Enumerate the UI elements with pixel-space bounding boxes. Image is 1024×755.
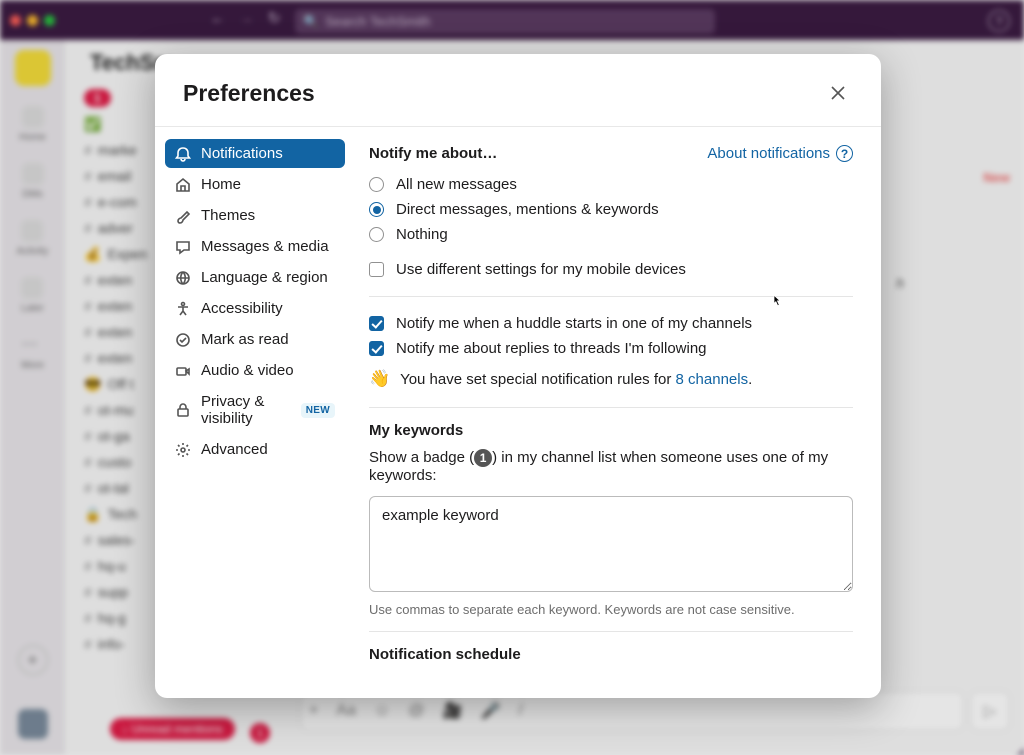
notify-radio-1[interactable]: Direct messages, mentions & keywords (369, 197, 853, 222)
sidebar-item-label: Privacy & visibility (201, 393, 287, 427)
access-icon (175, 301, 191, 317)
preferences-content: Notify me about… About notifications ? A… (355, 127, 881, 698)
sidebar-item-privacy[interactable]: Privacy & visibility NEW (165, 387, 345, 433)
sidebar-item-markasread[interactable]: Mark as read (165, 325, 345, 354)
keywords-heading: My keywords (369, 422, 853, 439)
special-rules-text: You have set special notification rules … (400, 371, 675, 388)
sidebar-item-label: Language & region (201, 269, 328, 286)
radio-label: Nothing (396, 226, 448, 243)
sidebar-item-language[interactable]: Language & region (165, 263, 345, 292)
close-button[interactable] (823, 78, 853, 108)
lock-icon (175, 402, 191, 418)
sidebar-item-label: Mark as read (201, 331, 289, 348)
globe-icon (175, 270, 191, 286)
video-icon (175, 363, 191, 379)
notify-heading: Notify me about… (369, 145, 497, 162)
special-rules-link[interactable]: 8 channels (676, 371, 749, 388)
gear-icon (175, 442, 191, 458)
keywords-input[interactable] (369, 496, 853, 592)
sidebar-item-notifications[interactable]: Notifications (165, 139, 345, 168)
help-circle-icon: ? (836, 145, 853, 162)
chat-icon (175, 239, 191, 255)
sidebar-item-label: Audio & video (201, 362, 294, 379)
preferences-sidebar: Notifications Home Themes Messages & media L… (155, 127, 355, 698)
modal-title: Preferences (183, 80, 315, 107)
thread-notify-checkbox[interactable]: Notify me about replies to threads I'm f… (369, 336, 853, 361)
notify-radio-0[interactable]: All new messages (369, 172, 853, 197)
brush-icon (175, 208, 191, 224)
sidebar-item-messages[interactable]: Messages & media (165, 232, 345, 261)
radio-label: All new messages (396, 176, 517, 193)
sidebar-item-label: Themes (201, 207, 255, 224)
mobile-settings-label: Use different settings for my mobile dev… (396, 261, 686, 278)
badge-example: 1 (474, 449, 492, 467)
sidebar-item-label: Home (201, 176, 241, 193)
close-icon (829, 84, 847, 102)
huddle-notify-label: Notify me when a huddle starts in one of… (396, 315, 752, 332)
keywords-hint: Use commas to separate each keyword. Key… (369, 602, 853, 617)
huddle-notify-checkbox[interactable]: Notify me when a huddle starts in one of… (369, 311, 853, 336)
sidebar-item-audiovideo[interactable]: Audio & video (165, 356, 345, 385)
sidebar-item-themes[interactable]: Themes (165, 201, 345, 230)
sidebar-item-label: Notifications (201, 145, 283, 162)
preferences-modal: Preferences Notifications Home Themes Messa… (155, 54, 881, 698)
sidebar-item-advanced[interactable]: Advanced (165, 435, 345, 464)
bell-icon (175, 146, 191, 162)
about-notifications-link[interactable]: About notifications ? (707, 145, 853, 162)
sidebar-item-accessibility[interactable]: Accessibility (165, 294, 345, 323)
thread-notify-label: Notify me about replies to threads I'm f… (396, 340, 707, 357)
sidebar-item-label: Accessibility (201, 300, 283, 317)
mobile-settings-checkbox[interactable]: Use different settings for my mobile dev… (369, 257, 853, 282)
wave-icon: 👋 (369, 369, 390, 388)
sidebar-item-label: Advanced (201, 441, 268, 458)
home-icon (175, 177, 191, 193)
new-badge: NEW (301, 403, 335, 418)
notify-radio-2[interactable]: Nothing (369, 222, 853, 247)
sidebar-item-label: Messages & media (201, 238, 329, 255)
schedule-heading: Notification schedule (369, 646, 853, 663)
sidebar-item-home[interactable]: Home (165, 170, 345, 199)
check-icon (175, 332, 191, 348)
radio-label: Direct messages, mentions & keywords (396, 201, 659, 218)
